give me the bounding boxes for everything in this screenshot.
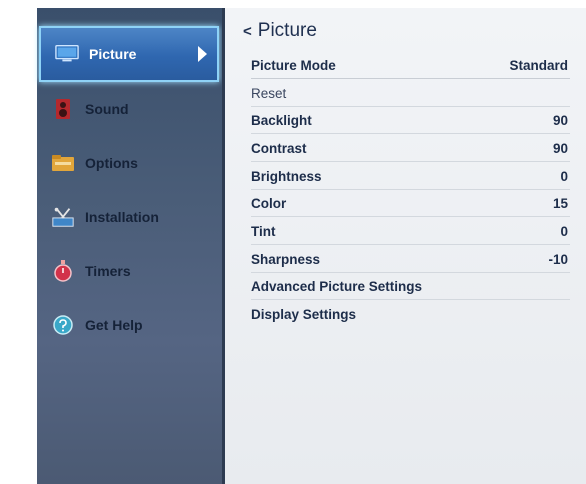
setting-value: 0 [560,168,568,184]
setting-label: Reset [251,85,287,101]
setting-row-color[interactable]: Color 15 [251,190,570,217]
setting-label: Brightness [251,168,322,184]
setting-row-advanced-picture-settings[interactable]: Advanced Picture Settings [251,273,570,300]
setting-value: -10 [548,251,568,267]
sidebar-item-sound[interactable]: Sound [37,82,219,136]
setting-row-display-settings[interactable]: Display Settings [251,301,570,328]
back-chevron-icon: < [243,22,252,40]
setting-row-picture-mode[interactable]: Picture Mode Standard [251,52,570,79]
setting-value: 15 [552,195,568,211]
picture-settings-panel: < Picture Picture Mode Standard Reset Ba… [225,8,586,484]
setting-label: Color [251,195,287,211]
timer-icon [51,260,75,282]
sidebar-item-options[interactable]: Options [37,136,219,190]
setting-value: 90 [552,112,568,128]
chevron-right-icon [198,46,207,62]
setting-label: Picture Mode [251,57,336,73]
setting-value: 0 [560,223,568,239]
setting-value: Standard [509,57,568,73]
setting-row-backlight[interactable]: Backlight 90 [251,107,570,134]
setting-label: Backlight [251,112,312,128]
sidebar-item-label: Get Help [85,317,143,333]
sidebar-item-label: Picture [89,46,137,62]
setting-row-reset[interactable]: Reset [251,80,570,107]
setting-label: Display Settings [251,307,357,322]
setting-row-tint[interactable]: Tint 0 [251,218,570,245]
monitor-icon [55,43,79,65]
setting-row-contrast[interactable]: Contrast 90 [251,135,570,162]
help-icon [51,314,75,336]
sidebar-item-label: Installation [85,209,159,225]
sidebar-item-label: Timers [85,263,131,279]
sidebar-item-label: Sound [85,101,129,117]
sidebar-item-get-help[interactable]: Get Help [37,298,219,352]
setting-row-brightness[interactable]: Brightness 0 [251,163,570,190]
sidebar-item-timers[interactable]: Timers [37,244,219,298]
sidebar-item-label: Options [85,155,138,171]
sidebar-menu: Picture Sound Options Installation Timer… [37,8,225,484]
sidebar-item-picture[interactable]: Picture [39,26,219,82]
setting-label: Advanced Picture Settings [251,278,423,294]
folder-icon [51,152,75,174]
setting-row-sharpness[interactable]: Sharpness -10 [251,246,570,273]
setting-value: 90 [552,140,568,156]
tools-icon [51,206,75,228]
setting-label: Tint [251,223,276,239]
tv-screen: Picture Sound Options Installation Timer… [37,8,586,484]
sidebar-item-installation[interactable]: Installation [37,190,219,244]
speaker-icon [51,98,75,120]
page-title: Picture [257,20,317,41]
setting-label: Contrast [251,140,307,156]
setting-label: Sharpness [251,251,321,267]
panel-header[interactable]: < Picture [243,20,317,42]
